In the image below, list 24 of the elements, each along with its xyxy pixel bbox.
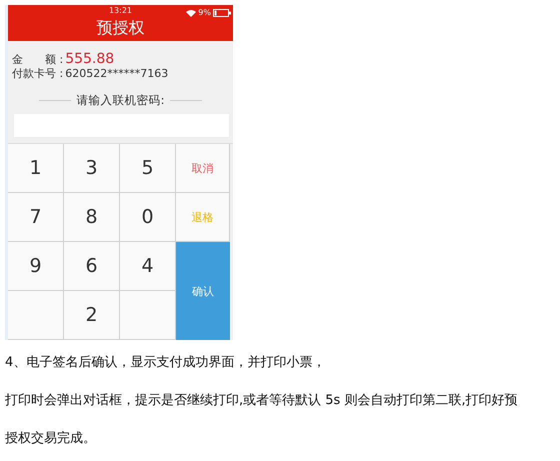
amount-value: 555.88 <box>65 51 114 67</box>
status-time: 13:21 <box>108 6 132 15</box>
digit-key[interactable]: 9 <box>8 242 64 291</box>
card-label: 付款卡号 : <box>12 66 64 81</box>
battery-icon <box>213 8 231 16</box>
paragraph: 授权交易完成。 <box>5 430 97 448</box>
digit-key[interactable]: 7 <box>8 193 64 242</box>
screen-title: 预授权 <box>96 18 144 39</box>
digit-key[interactable]: 0 <box>120 193 176 242</box>
digit-key[interactable]: 6 <box>64 242 120 291</box>
digit-key[interactable]: 4 <box>120 242 176 291</box>
wifi-icon <box>186 8 196 16</box>
paragraph: 4、电子签名后确认，显示支付成功界面，并打印小票， <box>5 354 326 372</box>
paragraph: 打印时会弹出对话框，提示是否继续打印,或者等待默认 5s 则会自动打印第二联,打印好预 <box>5 392 519 410</box>
card-number: 620522******7163 <box>65 67 168 80</box>
digit-key[interactable]: 3 <box>64 144 120 193</box>
amount-label: 金 额 : <box>12 52 64 67</box>
digit-key[interactable]: 1 <box>8 144 64 193</box>
blank-key <box>120 291 176 340</box>
password-prompt: 请输入联机密码: <box>76 93 164 108</box>
digit-key[interactable]: 2 <box>64 291 120 340</box>
digit-key[interactable]: 8 <box>64 193 120 242</box>
digit-key[interactable]: 5 <box>120 144 176 193</box>
battery-level: 9% <box>198 8 211 17</box>
